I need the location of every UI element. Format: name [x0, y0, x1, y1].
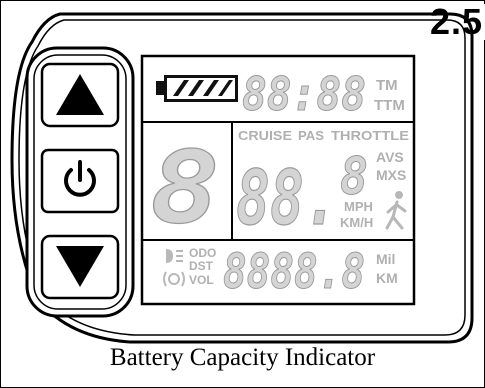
trip-digits: 8888.8 [223, 244, 365, 300]
trip-unit-mil: Mil [376, 251, 395, 267]
trip-label-odo: ODO [189, 246, 216, 260]
assist-level-digit: 8 [150, 129, 220, 246]
down-button[interactable] [40, 234, 120, 300]
clock-label-ttm: TTM [374, 97, 405, 114]
figure-caption: Battery Capacity Indicator [109, 344, 376, 371]
mode-label-cruise: CRUISE [238, 128, 292, 143]
trip-label-vol: VOL [189, 273, 214, 287]
trip-unit-km: KM [376, 270, 398, 286]
mode-label-pas: PAS [298, 128, 324, 143]
clock-digits: 88:88 [242, 67, 366, 121]
speed-small-digit: 8 [340, 147, 368, 207]
stat-label-avs: AVS [376, 149, 404, 165]
clock-label-tm: TM [376, 77, 398, 94]
unit-label-mph: MPH [344, 199, 373, 214]
mode-label-throttle: THROTTLE [331, 128, 409, 143]
power-button[interactable] [40, 148, 120, 214]
unit-label-kmh: KM/H [340, 215, 373, 230]
display-unit: 88:88 TM TTM 8 CRUISE PAS THROTTLE 88. 8… [10, 12, 474, 344]
speed-digits: 88. [236, 153, 338, 242]
trip-label-dst: DST [189, 259, 214, 273]
up-button[interactable] [40, 62, 120, 128]
stat-label-mxs: MXS [376, 167, 406, 183]
battery-icon [156, 75, 238, 102]
